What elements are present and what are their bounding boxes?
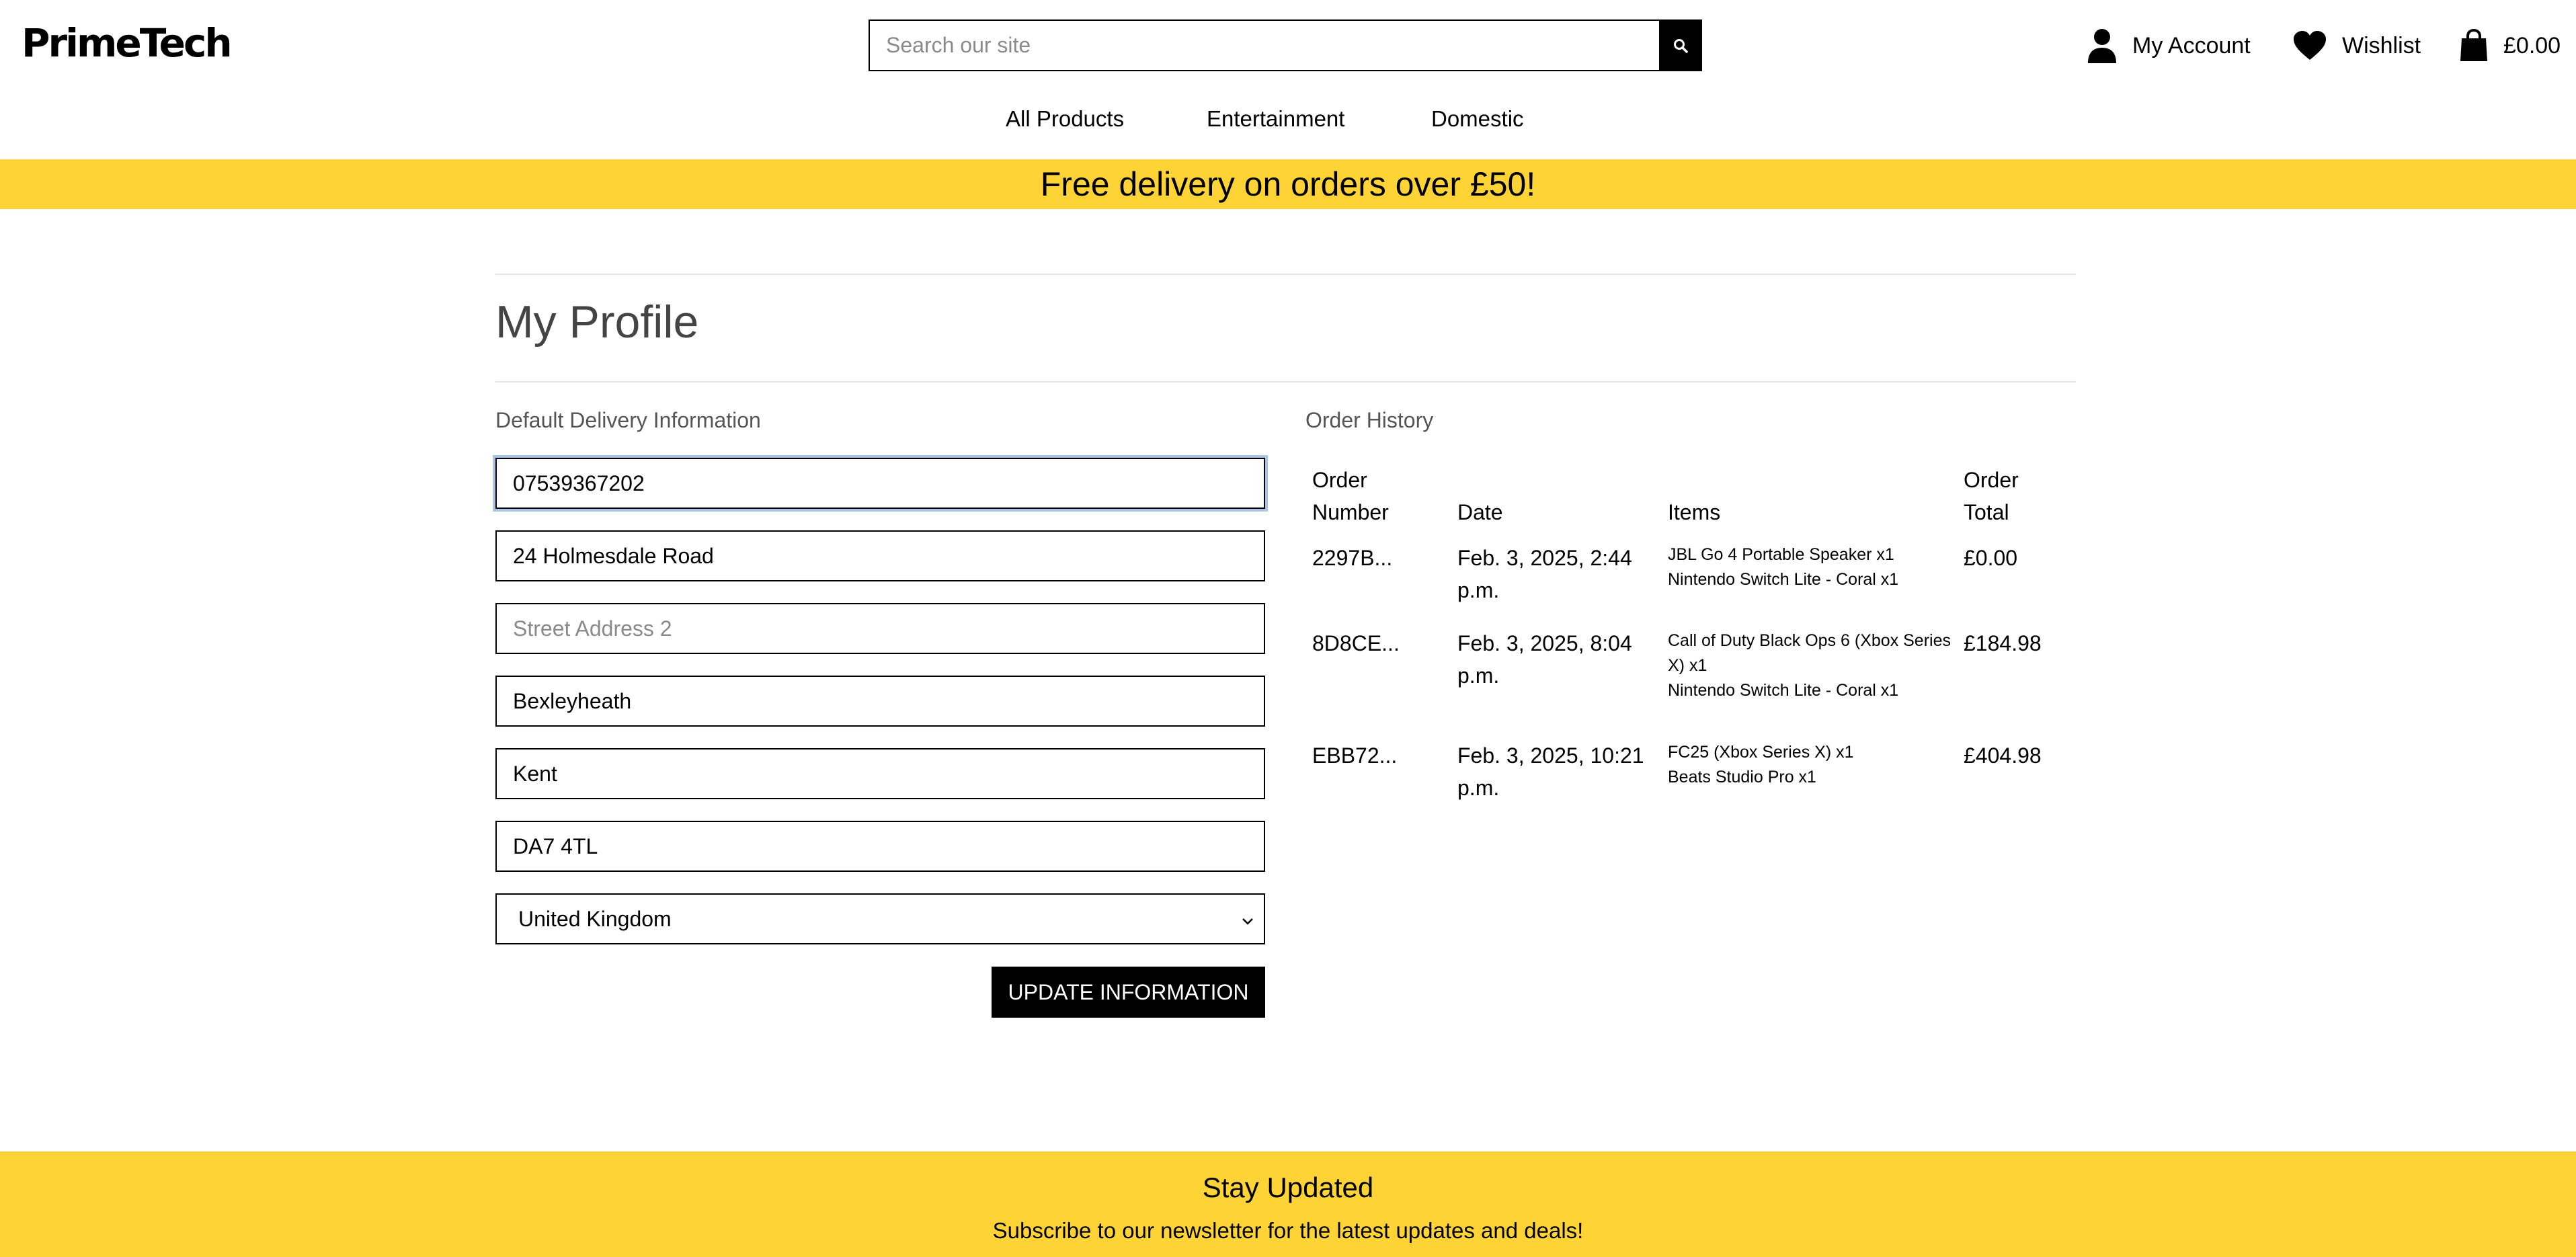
shopping-bag-link[interactable]: £0.00 — [2459, 26, 2561, 66]
col-header-order-number: Order Number — [1312, 464, 1389, 528]
bag-total: £0.00 — [2503, 32, 2561, 58]
user-icon — [2087, 28, 2118, 63]
col-header-order-total-line1: Order — [1964, 468, 2019, 492]
county-field[interactable] — [495, 748, 1265, 799]
order-date-line2: p.m. — [1457, 776, 1500, 800]
order-item: FC25 (Xbox Series X) x1 — [1668, 743, 1854, 762]
divider — [495, 381, 2076, 382]
street-address-2-field[interactable] — [495, 603, 1265, 654]
order-history-label: Order History — [1305, 408, 1434, 432]
nav-item-entertainment[interactable]: Entertainment — [1207, 106, 1344, 132]
order-total: £0.00 — [1964, 546, 2018, 570]
my-account-label: My Account — [2132, 32, 2251, 58]
search-icon — [1674, 38, 1688, 53]
order-items: FC25 (Xbox Series X) x1 Beats Studio Pro… — [1668, 740, 1964, 790]
divider — [495, 274, 2076, 275]
wishlist-label: Wishlist — [2342, 32, 2421, 58]
shopping-bag-icon — [2459, 29, 2489, 63]
order-item: X) x1 — [1668, 656, 1707, 675]
nav-item-all-products[interactable]: All Products — [1006, 106, 1124, 132]
order-item: Nintendo Switch Lite - Coral x1 — [1668, 681, 1899, 700]
order-item: Call of Duty Black Ops 6 (Xbox Series — [1668, 631, 1951, 650]
order-date-line1: Feb. 3, 2025, 10:21 — [1457, 743, 1644, 768]
col-header-order-total-line2: Total — [1964, 500, 2009, 524]
site-logo[interactable]: PrimeTech — [22, 20, 233, 66]
order-number-link[interactable]: 2297B... — [1312, 542, 1392, 574]
my-account-link[interactable]: My Account — [2087, 26, 2251, 66]
street-address-1-field[interactable] — [495, 530, 1265, 581]
newsletter-title: Stay Updated — [1202, 1172, 1374, 1203]
heart-icon — [2292, 30, 2327, 61]
order-item: Beats Studio Pro x1 — [1668, 768, 1816, 786]
col-header-order-total: Order Total — [1964, 464, 2019, 528]
order-items: JBL Go 4 Portable Speaker x1 Nintendo Sw… — [1668, 542, 1964, 592]
newsletter-subtitle: Subscribe to our newsletter for the late… — [992, 1218, 1584, 1243]
nav-item-domestic[interactable]: Domestic — [1431, 106, 1524, 132]
search-bar — [869, 19, 1702, 71]
delivery-section-label: Default Delivery Information — [495, 408, 761, 432]
wishlist-link[interactable]: Wishlist — [2292, 26, 2421, 66]
order-date: Feb. 3, 2025, 2:44 p.m. — [1457, 542, 1646, 606]
order-total: £184.98 — [1964, 631, 2042, 655]
order-date: Feb. 3, 2025, 10:21 p.m. — [1457, 739, 1646, 804]
order-total: £404.98 — [1964, 743, 2042, 768]
country-selected-value: United Kingdom — [518, 906, 672, 931]
col-header-order-number-line1: Order — [1312, 468, 1367, 492]
col-header-date: Date — [1457, 500, 1503, 524]
promo-banner-text: Free delivery on orders over £50! — [1040, 165, 1536, 203]
order-date-line1: Feb. 3, 2025, 8:04 — [1457, 631, 1632, 655]
newsletter-footer: Stay Updated Subscribe to our newsletter… — [0, 1151, 2576, 1257]
main-nav: All Products Entertainment Domestic — [0, 106, 2576, 140]
order-item: Nintendo Switch Lite - Coral x1 — [1668, 570, 1899, 589]
col-header-items: Items — [1668, 500, 1721, 524]
order-number-link[interactable]: 8D8CE... — [1312, 627, 1400, 659]
col-header-order-number-line2: Number — [1312, 500, 1389, 524]
town-field[interactable] — [495, 676, 1265, 727]
postcode-field[interactable] — [495, 821, 1265, 872]
search-input[interactable] — [869, 19, 1659, 71]
order-date-line1: Feb. 3, 2025, 2:44 — [1457, 546, 1632, 570]
chevron-down-icon — [1241, 907, 1254, 932]
promo-banner: Free delivery on orders over £50! — [0, 159, 2576, 209]
update-information-button[interactable]: UPDATE INFORMATION — [992, 967, 1265, 1018]
order-items: Call of Duty Black Ops 6 (Xbox Series X)… — [1668, 628, 1964, 703]
order-date-line2: p.m. — [1457, 578, 1500, 602]
order-item: JBL Go 4 Portable Speaker x1 — [1668, 545, 1894, 564]
search-button[interactable] — [1659, 19, 1702, 71]
order-date: Feb. 3, 2025, 8:04 p.m. — [1457, 627, 1646, 692]
order-number-link[interactable]: EBB72... — [1312, 739, 1397, 772]
country-select[interactable]: United Kingdom — [495, 893, 1265, 944]
page-title: My Profile — [495, 296, 699, 348]
phone-field[interactable] — [495, 458, 1265, 509]
order-date-line2: p.m. — [1457, 663, 1500, 688]
site-header: PrimeTech My Account Wishlist — [0, 0, 2576, 92]
